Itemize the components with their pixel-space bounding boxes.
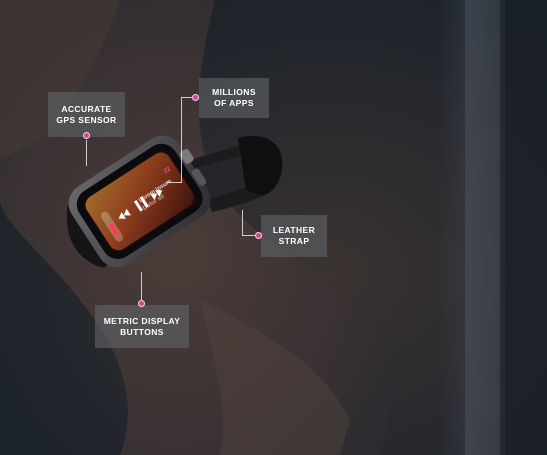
callout-strap-line2: STRAP <box>278 236 310 246</box>
callout-apps-line2: OF APPS <box>214 98 254 108</box>
callout-gps-sensor: ACCURATE GPS SENSOR <box>48 92 125 137</box>
metric-leader-line <box>141 272 142 300</box>
fast-forward-icon[interactable] <box>147 222 161 234</box>
metric-marker-dot[interactable] <box>138 300 145 307</box>
callout-millions-of-apps: MILLIONS OF APPS <box>199 78 269 118</box>
product-hero: 22 Lorem Ipsum Dolor sit ACCURATE GPS SE… <box>0 0 547 455</box>
callout-metric-line1: METRIC DISPLAY <box>103 315 181 326</box>
callout-gps-line2: GPS SENSOR <box>56 114 117 125</box>
callout-leather-strap: LEATHER STRAP <box>261 215 327 257</box>
volume-minus-icon[interactable] <box>103 187 113 197</box>
callout-apps-line1: MILLIONS <box>212 87 256 97</box>
apps-leader-line-v <box>181 97 182 183</box>
volume-plus-icon[interactable] <box>121 236 131 246</box>
callout-gps-line1: ACCURATE <box>61 103 112 114</box>
gps-marker-dot[interactable] <box>83 132 90 139</box>
callout-strap-line1: LEATHER <box>272 225 316 235</box>
callout-metric-display-buttons: METRIC DISPLAY BUTTONS <box>95 305 189 348</box>
apps-marker-dot[interactable] <box>192 94 199 101</box>
gps-leader-line <box>86 140 87 166</box>
pause-icon[interactable] <box>135 198 149 212</box>
strap-leader-line-v <box>242 210 243 236</box>
apps-leader-line-end <box>167 182 182 183</box>
rewind-icon[interactable] <box>119 188 133 200</box>
apps-leader-line-h <box>181 97 192 98</box>
callout-metric-line2: BUTTONS <box>120 326 164 337</box>
strap-marker-dot[interactable] <box>255 232 262 239</box>
strap-leader-line-h <box>242 235 255 236</box>
